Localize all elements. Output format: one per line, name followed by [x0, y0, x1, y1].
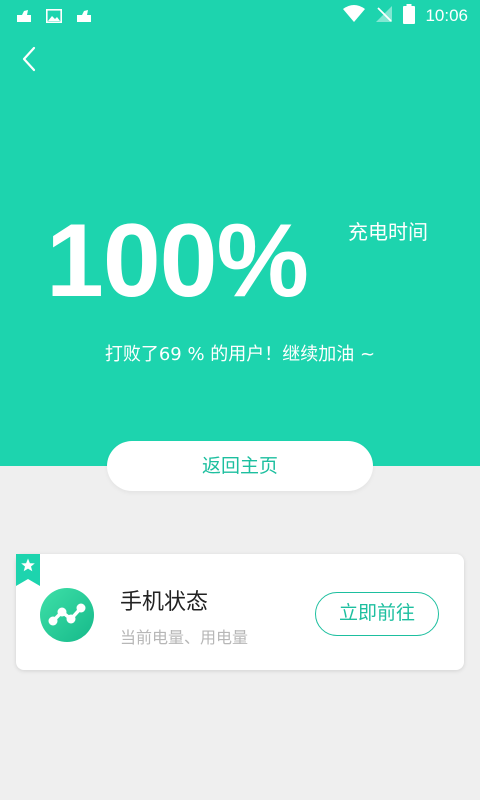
- phone-status-card[interactable]: 手机状态 当前电量、用电量 立即前往: [16, 554, 464, 670]
- notification-app-icon: [76, 8, 92, 27]
- go-now-button[interactable]: 立即前往: [315, 592, 439, 636]
- chevron-left-icon: [21, 46, 37, 76]
- status-bar-time: 10:06: [425, 6, 468, 25]
- phone-status-icon: [40, 588, 94, 642]
- status-bar-system: 10:06: [343, 4, 468, 28]
- star-ribbon: [16, 554, 40, 586]
- status-bar: 10:06: [0, 0, 480, 32]
- notification-app-icon: [16, 8, 32, 27]
- charge-time-label: 充电时间: [348, 220, 428, 244]
- beat-users-text: 打败了69 % 的用户！继续加油 ~: [104, 344, 376, 365]
- card-title: 手机状态: [120, 590, 209, 615]
- charge-percent: 100%: [46, 203, 309, 319]
- back-button[interactable]: [14, 46, 44, 76]
- battery-icon: [403, 4, 416, 28]
- image-icon: [46, 8, 62, 27]
- status-bar-notifications: [16, 8, 92, 27]
- no-signal-icon: [375, 5, 393, 27]
- hero-panel: 10:06 100% 充电时间 打败了69 % 的用户！继续加油 ~: [0, 0, 480, 466]
- card-subtitle: 当前电量、用电量: [120, 628, 249, 647]
- return-home-button[interactable]: 返回主页: [107, 441, 373, 491]
- wifi-icon: [343, 5, 366, 27]
